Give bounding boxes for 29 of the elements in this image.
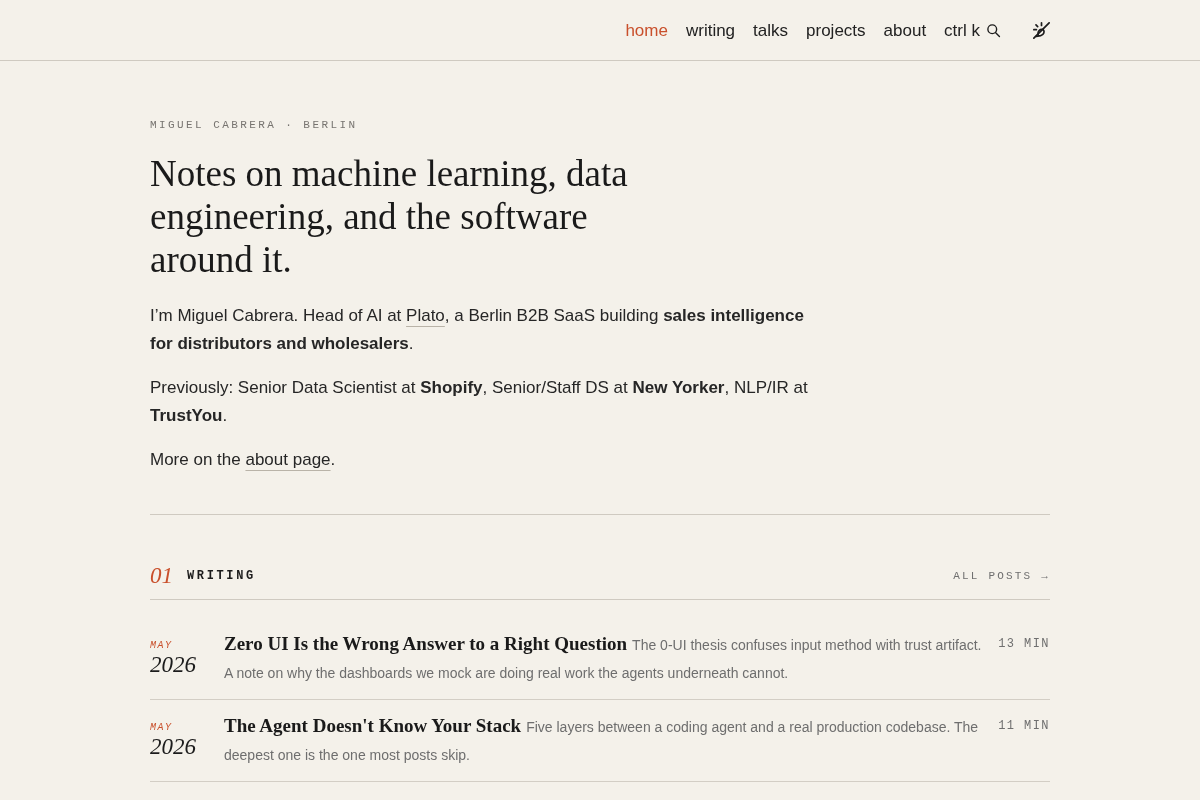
theme-toggle-button[interactable]	[1033, 22, 1050, 39]
nav-link[interactable]: home	[625, 17, 668, 44]
post-month: MAY	[150, 639, 173, 653]
post-year: 2026	[150, 735, 196, 759]
post-title-link[interactable]: The Agent Doesn't Know Your Stack	[224, 715, 522, 736]
nav-link[interactable]: about	[883, 17, 927, 44]
nav-link[interactable]: talks	[753, 17, 789, 44]
post-year: 2026	[150, 653, 196, 677]
text-link[interactable]: Plato	[406, 306, 445, 325]
post-teaser: The Agent Doesn't Know Your Stack Five layers between a coding agent and a real production codebase. The deepest one is the one most posts skip.	[224, 714, 980, 765]
text-link[interactable]: about page	[245, 450, 331, 469]
sun-slash-icon	[1033, 22, 1050, 39]
nav-link[interactable]: writing	[685, 17, 736, 44]
post-teaser: Zero UI Is the Wrong Answer to a Right Question The 0-UI thesis confuses input method with trust artifact. A note on why the dashboards we mock are doing real work the agents underneath cannot.	[224, 632, 983, 683]
intro-paragraph: More on the about page.	[150, 449, 337, 471]
read-time: 13 MIN	[998, 636, 1050, 653]
post-month: MAY	[150, 721, 173, 735]
intro-paragraph: Previously: Senior Data Scientist at Shopify, Senior/Staff DS at New Yorker, NLP/IR at TrustYou.	[150, 377, 809, 427]
page-heading: Notes on machine learning, data engineering, and the software around it.	[150, 152, 629, 281]
section-title: WRITING	[187, 568, 256, 585]
search-button[interactable]: ctrl k	[944, 17, 1001, 44]
section-number: 01	[150, 562, 173, 590]
nav-link[interactable]: projects	[806, 17, 866, 44]
author-kicker: MIGUEL CABRERA · BERLIN	[150, 118, 358, 133]
read-time: 11 MIN	[998, 718, 1050, 735]
post-title-link[interactable]: Zero UI Is the Wrong Answer to a Right Question	[224, 633, 628, 654]
search-icon	[986, 23, 1001, 38]
intro-paragraph: I’m Miguel Cabrera. Head of AI at Plato, a Berlin B2B SaaS building sales intelligence for distributors and wholesalers.	[150, 305, 805, 355]
all-posts-link[interactable]: ALL POSTS →	[953, 567, 1050, 585]
